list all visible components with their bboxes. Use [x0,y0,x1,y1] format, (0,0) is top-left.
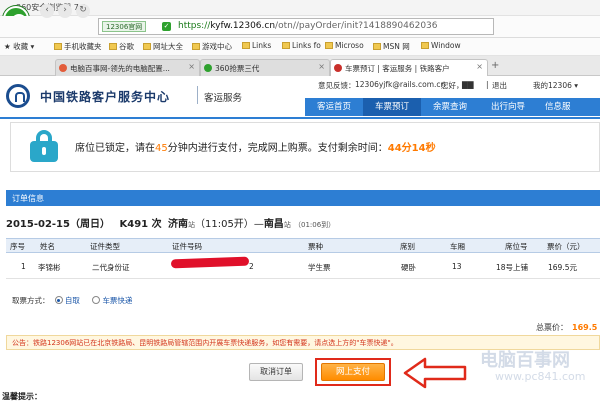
china-railway-logo-icon [6,84,30,108]
nav-info[interactable]: 信息服 [537,98,600,116]
folder-icon [242,42,250,49]
watermark-url: www.pc841.com [495,370,586,383]
game-icon [192,43,200,50]
sites-icon [143,43,151,50]
refresh-icon[interactable]: ↻ [76,4,90,18]
bookmark-mobile[interactable]: 手机收藏夹 [54,41,102,52]
nav-booking[interactable]: 车票预订 [363,98,421,116]
ticket-price: 169.5元 [548,263,577,272]
close-tab-icon[interactable]: × [318,62,325,71]
ticket-type: 学生票 [308,263,331,272]
seat-number: 18号上铺 [496,263,529,272]
passenger-name: 李锦彬 [38,263,61,272]
bookmark-windows[interactable]: Window [421,41,461,50]
trip-summary: 2015-02-15（周日） K491 次 济南站（11:05开）—南昌站 （0… [6,219,336,230]
feedback-label: 意见反馈： [318,81,356,90]
id-type: 二代身份证 [92,263,130,272]
tab-12306[interactable]: 车票预订 | 客运服务 | 铁路客户 × [330,59,488,76]
site-section: 客运服务 [204,93,243,104]
bookmark-google[interactable]: 谷歌 [109,41,134,52]
folder-icon [421,42,429,49]
bookmark-favorites[interactable]: ★ 收藏 ▾ [4,41,34,52]
col-seat-class: 席别 [400,242,415,251]
cancel-order-button[interactable]: 取消订单 [249,363,303,381]
order-info-title: 订单信息 [12,194,44,203]
watermark-text: 电脑百事网 [480,350,570,371]
close-tab-icon[interactable]: × [188,62,195,71]
col-id-type: 证件类型 [90,242,120,251]
col-name: 姓名 [40,242,55,251]
my-12306-link[interactable]: 我的12306 ▾ [533,80,578,91]
col-id-number: 证件号码 [172,242,202,251]
browser-title-bar: 360安全浏览器 7.1 [0,0,600,16]
user-name[interactable]: ▇▇ [462,80,474,89]
close-tab-icon[interactable]: × [476,62,483,71]
col-car: 车厢 [450,242,465,251]
notice-text: 席位已锁定，请在45分钟内进行支付，完成网上购票。支付剩余时间：44分14秒 [75,143,436,154]
tab-favicon [334,64,342,72]
radio-self-pickup[interactable] [54,296,63,304]
nav-home[interactable]: 客运首页 [305,98,363,116]
bookmark-links-fo[interactable]: Links fo [282,41,321,50]
feedback-email[interactable]: 12306yjfk@rails.com.cn [355,80,445,89]
folder-icon [373,43,381,50]
id-number-tail: 2 [249,262,254,271]
separator: | [486,80,489,89]
logout-link[interactable]: 退出 [492,80,507,91]
col-ticket-type: 票种 [308,242,323,251]
notice-minutes: 45 [155,143,168,154]
forward-icon[interactable]: › [58,4,72,18]
folder-icon [282,42,290,49]
remaining-time: 44分14秒 [387,143,436,154]
secure-check-icon: ✓ [162,22,171,31]
tab-favicon [59,64,67,72]
car-number: 13 [452,262,462,271]
folder-icon [54,43,62,50]
online-pay-button[interactable]: 网上支付 [321,363,385,381]
site-brand: 中国铁路客户服务中心 [40,90,171,104]
bookmark-msn[interactable]: MSN 网 [373,41,410,52]
row-no: 1 [21,262,26,271]
bookmark-sites[interactable]: 网址大全 [143,41,183,52]
url-text[interactable]: https://kyfw.12306.cn/otn//payOrder/init… [178,21,438,31]
bookmark-microsoft[interactable]: Microso [325,41,364,50]
bookmark-games[interactable]: 游戏中心 [192,41,232,52]
pointer-arrow-icon [403,357,467,389]
nav-travel-guide[interactable]: 出行向导 [479,98,537,116]
tab-pconline[interactable]: 电脑百事网-领先的电脑配置... × [55,59,200,76]
new-tab-icon[interactable]: + [491,60,499,71]
tab-360-ticket[interactable]: 360抢票三代 × [200,59,330,76]
total-price: 总票价： 169.5 [536,323,598,332]
site-verified-tag[interactable]: 12306官网 [102,21,147,32]
tab-favicon [204,64,212,72]
nav-remaining-tickets[interactable]: 余票查询 [421,98,479,116]
order-info-header [6,190,600,206]
greeting: 您好， [441,81,464,90]
col-price: 票价（元） [547,242,585,251]
seat-class: 硬卧 [401,263,416,272]
receive-method: 取票方式： 自取 车票快递 [12,296,133,305]
back-icon[interactable]: ‹ [40,4,54,18]
col-seat-no: 席位号 [505,242,528,251]
lock-icon-keyhole [42,147,46,155]
radio-express[interactable] [92,296,101,304]
header-divider [0,117,600,119]
announcement-text: 公告：铁路12306网站已在北京铁路局、昆明铁路局管辖范围内开展车票快递服务，如… [12,339,398,347]
col-no: 序号 [10,242,25,251]
google-icon [109,43,117,50]
tips-heading: 温馨提示： [2,392,42,401]
folder-icon [325,42,333,49]
bookmark-links[interactable]: Links [242,41,271,50]
brand-divider [197,86,198,104]
